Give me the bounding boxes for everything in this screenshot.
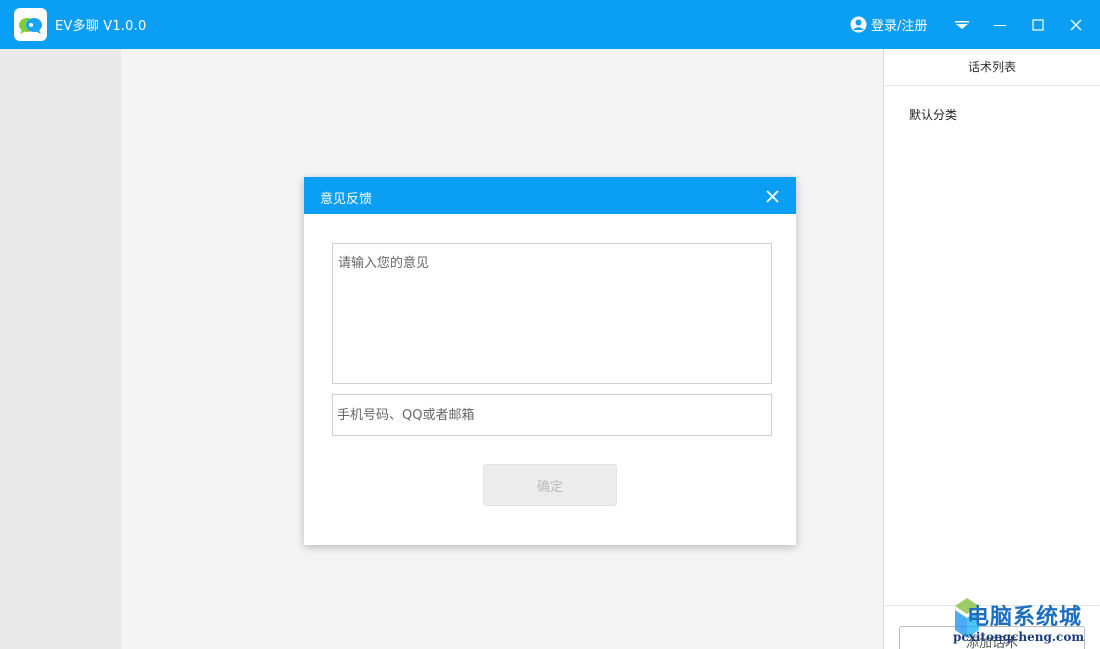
watermark-url: pcxitongcheng.com (953, 630, 1085, 644)
close-icon (765, 189, 779, 203)
minimize-icon (994, 25, 1006, 26)
left-sidebar (0, 49, 121, 649)
login-register-label: 登录/注册 (871, 19, 928, 34)
dialog-header: 意见反馈 (304, 177, 796, 214)
minimize-button[interactable] (987, 12, 1013, 38)
watermark-text: 电脑系统城 (967, 604, 1083, 630)
dialog-title: 意见反馈 (320, 192, 373, 207)
script-list-header: 话术列表 (884, 49, 1100, 86)
menu-button[interactable] (949, 12, 975, 38)
chat-bubbles-icon (19, 18, 42, 34)
title-bar: EV多聊 V1.0.0 登录/注册 (0, 0, 1100, 49)
maximize-icon (1032, 19, 1044, 31)
watermark: 电脑系统城 pcxitongcheng.com (945, 592, 1100, 649)
feedback-dialog: 意见反馈 确定 (304, 177, 796, 545)
dropdown-menu-icon (955, 21, 969, 29)
app-logo (14, 8, 47, 41)
login-register-button[interactable]: 登录/注册 (850, 15, 927, 34)
category-item-default[interactable]: 默认分类 (909, 106, 957, 123)
maximize-button[interactable] (1025, 12, 1051, 38)
contact-input[interactable] (332, 394, 772, 436)
feedback-textarea[interactable] (332, 243, 772, 384)
close-icon (1070, 19, 1082, 31)
close-window-button[interactable] (1063, 12, 1089, 38)
script-list-panel: 话术列表 默认分类 添加话术 (883, 49, 1100, 649)
confirm-button[interactable]: 确定 (483, 464, 617, 506)
user-circle-icon (850, 16, 867, 33)
app-name: EV多聊 V1.0.0 (55, 19, 147, 34)
dialog-close-button[interactable] (762, 186, 782, 206)
